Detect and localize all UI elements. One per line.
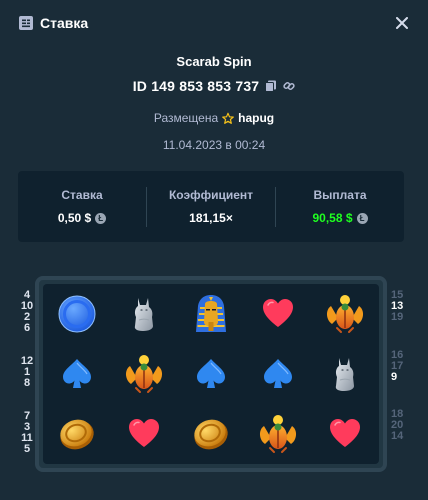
- reel-grid: [43, 284, 379, 464]
- stat-payout-label: Выплата: [313, 188, 367, 202]
- reel-cell: [245, 284, 312, 344]
- heart-icon: [323, 412, 367, 456]
- copy-icon[interactable]: [265, 80, 277, 92]
- scarab-icon: [256, 412, 300, 456]
- stat-bet-value: 0,50 $: [57, 211, 92, 225]
- payline-number-active: 9: [391, 371, 398, 383]
- bet-id: ID 149 853 853 737: [132, 78, 260, 94]
- right-paylines-row-1: 15 13 19: [391, 290, 421, 323]
- game-title[interactable]: Scarab Spin: [0, 54, 428, 69]
- reel-cell: [312, 404, 379, 464]
- reel-cell: [177, 344, 244, 404]
- stat-multiplier-value: 181,15×: [189, 211, 233, 225]
- payline-number: 14: [391, 430, 404, 442]
- gold-coin-icon: [189, 412, 233, 456]
- blue-coin-icon: [55, 292, 99, 336]
- placed-by-row: Размещена hapug: [0, 111, 428, 125]
- bet-stats: Ставка 0,50 $ Ł Коэффициент 181,15× Выпл…: [18, 171, 404, 242]
- reel-cell: [177, 404, 244, 464]
- stat-multiplier-label: Коэффициент: [168, 188, 254, 202]
- slot-reels: [35, 276, 387, 472]
- reel-cell: [245, 344, 312, 404]
- spade-icon: [189, 352, 233, 396]
- litecoin-icon: Ł: [95, 212, 107, 224]
- spade-icon: [256, 352, 300, 396]
- close-icon[interactable]: [394, 15, 410, 31]
- bet-slip-icon: [18, 15, 34, 31]
- stat-bet-value-wrap: 0,50 $ Ł: [57, 211, 107, 225]
- bet-id-row: ID 149 853 853 737: [0, 78, 428, 94]
- cat-icon: [323, 352, 367, 396]
- stat-bet-label: Ставка: [61, 188, 103, 202]
- stat-bet: Ставка 0,50 $ Ł: [18, 188, 146, 225]
- reel-cell: [43, 404, 110, 464]
- scarab-icon: [122, 352, 166, 396]
- placed-label: Размещена: [153, 111, 219, 125]
- reel-cell: [43, 284, 110, 344]
- payline-number: 19: [391, 311, 404, 323]
- reel-cell: [245, 404, 312, 464]
- reel-cell: [110, 404, 177, 464]
- modal-title: Ставка: [40, 15, 89, 31]
- pharaoh-icon: [189, 292, 233, 336]
- cat-icon: [122, 292, 166, 336]
- stat-multiplier: Коэффициент 181,15×: [147, 188, 275, 225]
- litecoin-icon: Ł: [356, 212, 368, 224]
- scarab-icon: [323, 292, 367, 336]
- stat-payout: Выплата 90,58 $ Ł: [276, 188, 404, 225]
- spade-icon: [55, 352, 99, 396]
- reel-cell: [177, 284, 244, 344]
- star-icon: [222, 112, 235, 124]
- gold-coin-icon: [55, 412, 99, 456]
- placed-username[interactable]: hapug: [238, 111, 274, 125]
- reel-cell: [110, 284, 177, 344]
- reel-cell: [110, 344, 177, 404]
- bet-date: 11.04.2023 в 00:24: [162, 138, 266, 152]
- link-icon[interactable]: [283, 80, 295, 92]
- reel-cell: [43, 344, 110, 404]
- stat-payout-value-wrap: 90,58 $ Ł: [312, 211, 368, 225]
- right-paylines-row-2: 16 17 9: [391, 350, 421, 383]
- heart-icon: [122, 412, 166, 456]
- right-paylines-row-3: 18 20 14: [391, 409, 421, 442]
- heart-icon: [256, 292, 300, 336]
- stat-payout-value: 90,58 $: [312, 211, 353, 225]
- modal-header: Ставка: [0, 0, 428, 46]
- reel-cell: [312, 344, 379, 404]
- reel-cell: [312, 284, 379, 344]
